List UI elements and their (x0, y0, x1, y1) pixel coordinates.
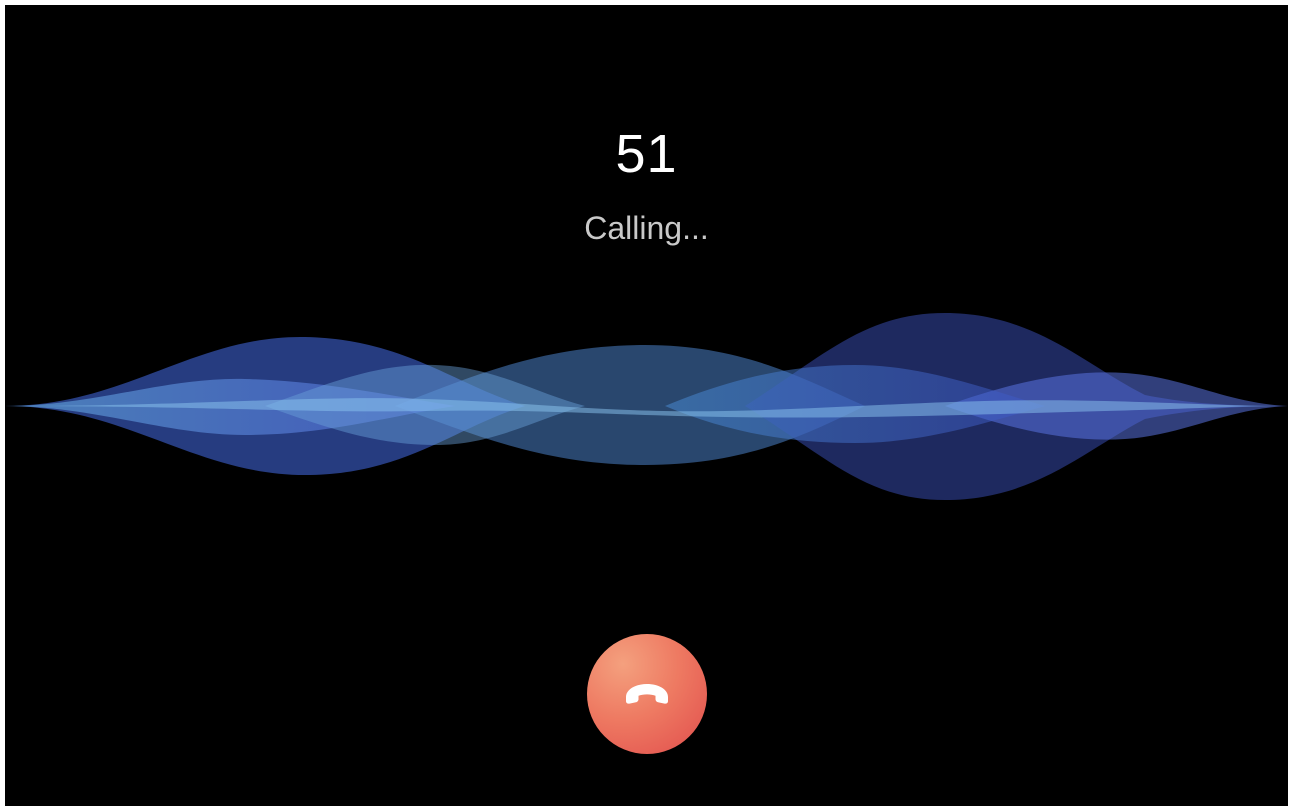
call-status: Calling... (584, 210, 709, 246)
call-screen: 51 Calling... (5, 5, 1288, 806)
phone-hangup-icon (626, 684, 668, 704)
voice-waveform (5, 313, 1288, 500)
caller-name: 51 (615, 124, 678, 184)
end-call-button[interactable] (587, 634, 707, 754)
